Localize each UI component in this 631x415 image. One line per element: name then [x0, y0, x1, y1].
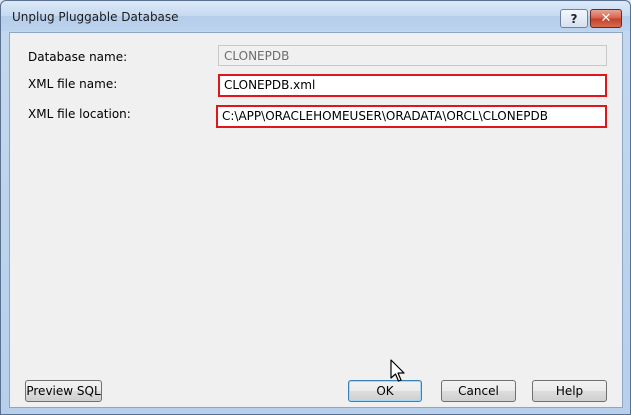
mouse-pointer-icon	[390, 359, 405, 382]
xml-file-location-input[interactable]: C:\APP\ORACLEHOMEUSER\ORADATA\ORCL\CLONE…	[216, 105, 607, 128]
help-button[interactable]: Help	[532, 380, 607, 402]
close-icon: ✕	[600, 11, 612, 26]
dialog-body: Database name: CLONEPDB XML file name: C…	[9, 32, 623, 408]
ok-button[interactable]: OK	[348, 380, 422, 402]
window-title: Unplug Pluggable Database	[12, 10, 179, 24]
database-name-field: CLONEPDB	[218, 45, 607, 66]
title-bar[interactable]: Unplug Pluggable Database ? ✕	[1, 1, 630, 31]
xml-file-name-input[interactable]: CLONEPDB.xml	[218, 74, 607, 97]
database-name-label: Database name:	[28, 50, 128, 64]
dialog-window: Unplug Pluggable Database ? ✕ Database n…	[0, 0, 631, 415]
title-help-button[interactable]: ?	[560, 9, 588, 28]
title-close-button[interactable]: ✕	[590, 9, 622, 28]
xml-file-location-label: XML file location:	[28, 107, 131, 121]
cancel-button[interactable]: Cancel	[441, 380, 516, 402]
preview-sql-button[interactable]: Preview SQL	[25, 380, 102, 402]
xml-file-name-label: XML file name:	[28, 77, 118, 91]
